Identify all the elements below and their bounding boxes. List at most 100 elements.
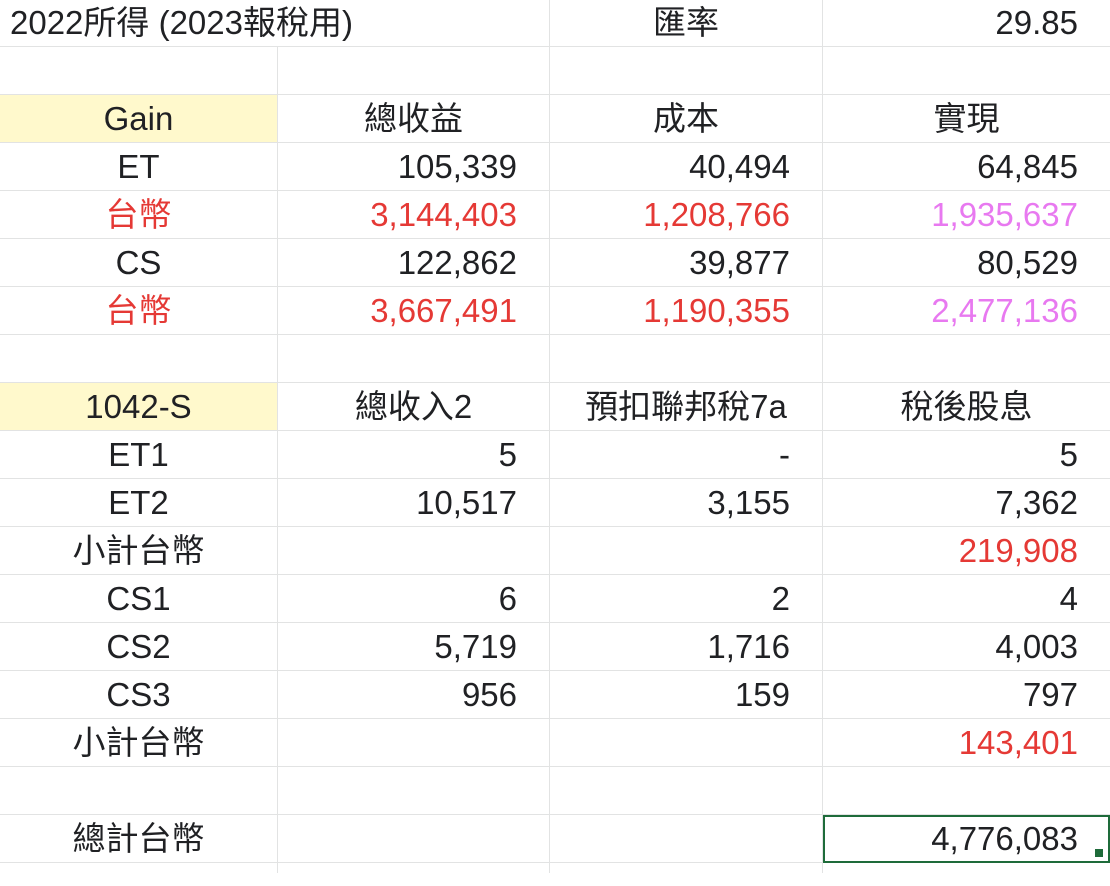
cell-b3[interactable]: 總收益 [278,95,550,143]
cell-b12[interactable] [278,527,550,575]
cell-text: 7,362 [995,484,1078,521]
cell-b6[interactable]: 122,862 [278,239,550,287]
cell-a3[interactable]: Gain [0,95,278,143]
cell-text: CS3 [106,676,171,713]
cell-text: 稅後股息 [900,388,1033,425]
cell-c14[interactable]: 1,716 [550,623,823,671]
cell-b13[interactable]: 6 [278,575,550,623]
cell-c17[interactable] [550,767,823,815]
cell-a16[interactable]: 小計台幣 [0,719,278,767]
cell-d16[interactable]: 143,401 [823,719,1110,767]
cell-c8[interactable] [550,335,823,383]
cell-a15[interactable]: CS3 [0,671,278,719]
cell-text: 122,862 [397,244,517,281]
cell-c6[interactable]: 39,877 [550,239,823,287]
cell-b8[interactable] [278,335,550,383]
cell-text: 5 [1059,436,1078,473]
cell-b18[interactable] [278,815,550,863]
cell-d10[interactable]: 5 [823,431,1110,479]
cell-b2[interactable] [278,47,550,95]
cell-b11[interactable]: 10,517 [278,479,550,527]
selected-cell-total[interactable]: 4,776,083 [823,815,1110,863]
cell-c2[interactable] [550,47,823,95]
sheet-row: 總計台幣 4,776,083 [0,815,1110,863]
cell-c15[interactable]: 159 [550,671,823,719]
cell-d19[interactable] [823,863,1110,873]
cell-c7[interactable]: 1,190,355 [550,287,823,335]
cell-d4[interactable]: 64,845 [823,143,1110,191]
cell-c13[interactable]: 2 [550,575,823,623]
cell-c3[interactable]: 成本 [550,95,823,143]
cell-b14[interactable]: 5,719 [278,623,550,671]
cell-a14[interactable]: CS2 [0,623,278,671]
cell-d17[interactable] [823,767,1110,815]
cell-text: 4,003 [995,628,1078,665]
cell-text: 797 [1022,676,1078,713]
cell-d15[interactable]: 797 [823,671,1110,719]
cell-d1[interactable]: 29.85 [823,0,1110,47]
cell-b10[interactable]: 5 [278,431,550,479]
cell-c16[interactable] [550,719,823,767]
cell-b5[interactable]: 3,144,403 [278,191,550,239]
cell-c9[interactable]: 預扣聯邦稅7a [550,383,823,431]
cell-a5[interactable]: 台幣 [0,191,278,239]
cell-text: 159 [734,676,790,713]
cell-b4[interactable]: 105,339 [278,143,550,191]
cell-a6[interactable]: CS [0,239,278,287]
cell-text: 台幣 [105,292,172,329]
cell-b17[interactable] [278,767,550,815]
cell-a19[interactable] [0,863,278,873]
sheet-row [0,335,1110,383]
cell-c12[interactable] [550,527,823,575]
cell-d3[interactable]: 實現 [823,95,1110,143]
cell-d13[interactable]: 4 [823,575,1110,623]
cell-a4[interactable]: ET [0,143,278,191]
cell-a8[interactable] [0,335,278,383]
cell-a18[interactable]: 總計台幣 [0,815,278,863]
cell-c1[interactable]: 匯率 [550,0,823,47]
cell-text: 4,776,083 [931,820,1078,857]
cell-c5[interactable]: 1,208,766 [550,191,823,239]
cell-d11[interactable]: 7,362 [823,479,1110,527]
cell-d7[interactable]: 2,477,136 [823,287,1110,335]
cell-c19[interactable] [550,863,823,873]
cell-d8[interactable] [823,335,1110,383]
cell-text: 6 [498,580,517,617]
cell-b9[interactable]: 總收入2 [278,383,550,431]
cell-a11[interactable]: ET2 [0,479,278,527]
cell-text: 預扣聯邦稅7a [585,388,787,425]
cell-text: 64,845 [977,148,1078,185]
sheet-row [0,47,1110,95]
cell-text: ET2 [108,484,169,521]
cell-text: 4 [1059,580,1078,617]
cell-a9[interactable]: 1042-S [0,383,278,431]
cell-d9[interactable]: 稅後股息 [823,383,1110,431]
cell-text: 143,401 [958,724,1078,761]
cell-text: 成本 [653,100,719,137]
sheet-row: ET 105,339 40,494 64,845 [0,143,1110,191]
cell-b7[interactable]: 3,667,491 [278,287,550,335]
cell-c10[interactable]: - [550,431,823,479]
cell-a2[interactable] [0,47,278,95]
cell-a17[interactable] [0,767,278,815]
cell-c4[interactable]: 40,494 [550,143,823,191]
cell-d5[interactable]: 1,935,637 [823,191,1110,239]
cell-b16[interactable] [278,719,550,767]
cell-c18[interactable] [550,815,823,863]
cell-a13[interactable]: CS1 [0,575,278,623]
cell-b15[interactable]: 956 [278,671,550,719]
cell-d14[interactable]: 4,003 [823,623,1110,671]
cell-a10[interactable]: ET1 [0,431,278,479]
cell-d6[interactable]: 80,529 [823,239,1110,287]
cell-a12[interactable]: 小計台幣 [0,527,278,575]
cell-d12[interactable]: 219,908 [823,527,1110,575]
cell-text: 台幣 [105,196,172,233]
cell-c11[interactable]: 3,155 [550,479,823,527]
cell-a7[interactable]: 台幣 [0,287,278,335]
cell-b19[interactable] [278,863,550,873]
cell-a1[interactable]: 2022所得 (2023報稅用) [0,0,550,47]
cell-text: CS1 [106,580,171,617]
fill-handle[interactable] [1094,848,1104,858]
cell-text: 5 [498,436,517,473]
cell-d2[interactable] [823,47,1110,95]
